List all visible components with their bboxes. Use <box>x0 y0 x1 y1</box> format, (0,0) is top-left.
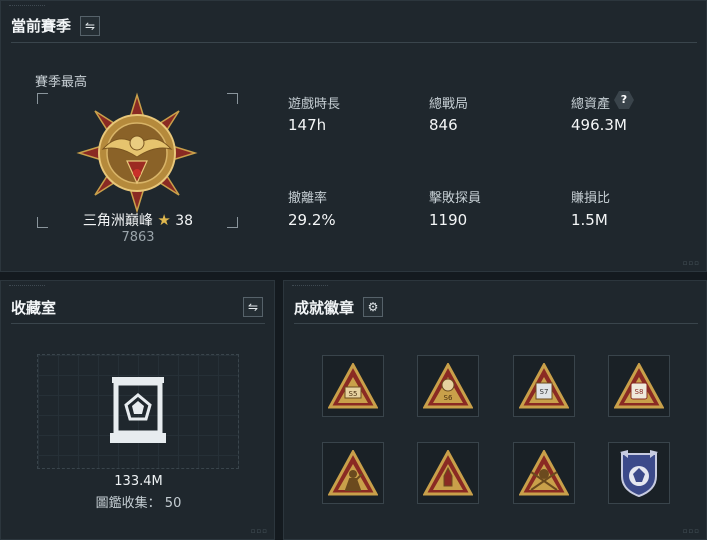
season-switch-button[interactable]: ⇋ <box>80 16 100 36</box>
achievement-badge-s6[interactable]: S6 <box>417 355 479 417</box>
gear-icon: ⚙ <box>367 300 379 314</box>
season-7-badge-icon: S7 <box>519 363 569 409</box>
stat-label-matches: 總戰局 <box>429 97 469 112</box>
section-divider <box>11 323 265 324</box>
display-case-icon <box>110 377 166 443</box>
crossed-swords-badge-icon <box>519 450 569 496</box>
section-divider <box>11 42 697 43</box>
stat-label-kills: 擊敗探員 <box>429 191 482 206</box>
season-8-badge-icon: S8 <box>614 363 664 409</box>
achievement-badge-s7[interactable]: S7 <box>513 355 575 417</box>
achievement-badge-shield[interactable] <box>608 442 670 504</box>
season-panel: 當前賽季 ⇋ 賽季最高 三角洲巔峰 ★ 38 7863 遊戲時長 147h 總戰… <box>0 0 707 272</box>
stat-value-playtime: 147h <box>288 116 327 134</box>
soldier-salute-badge-icon <box>328 450 378 496</box>
collection-count-label: 圖鑑收集： <box>95 496 161 511</box>
achievements-panel: 成就徽章 ⚙ S5 S6 S7 S8 ▫▫▫ <box>283 280 707 540</box>
stat-label-extract-rate: 撤離率 <box>288 191 328 206</box>
badge-text: S7 <box>540 388 549 396</box>
rank-name: 三角洲巔峰 <box>82 213 153 229</box>
collection-panel: 收藏室 ⇋ 133.4M 圖鑑收集： 50 ▫▫▫ <box>0 280 275 540</box>
stat-label-assets: 總資產 <box>571 97 611 112</box>
achievement-badge-swords[interactable] <box>513 442 575 504</box>
assets-help-icon[interactable]: ? <box>614 91 634 109</box>
rank-stars: 38 <box>175 213 194 229</box>
achievement-badge-s8[interactable]: S8 <box>608 355 670 417</box>
collection-title: 收藏室 <box>11 299 57 317</box>
rank-line: 三角洲巔峰 ★ 38 <box>41 210 235 230</box>
panel-tag <box>292 285 328 288</box>
achievement-badge-s5[interactable]: S5 <box>322 355 384 417</box>
season-title: 當前賽季 <box>11 17 72 35</box>
collection-switch-button[interactable]: ⇋ <box>243 297 263 317</box>
stat-value-kills: 1190 <box>429 211 468 229</box>
stat-value-profit-ratio: 1.5M <box>571 211 608 229</box>
season-5-badge-icon: S5 <box>328 363 378 409</box>
rocket-badge-icon <box>423 450 473 496</box>
badge-text: S8 <box>635 388 644 396</box>
stat-label-profit-ratio: 賺損比 <box>571 191 611 206</box>
panel-tag <box>9 285 45 288</box>
collection-value: 133.4M <box>114 474 163 489</box>
collection-count-value: 50 <box>164 496 182 511</box>
achievements-title: 成就徽章 <box>294 299 355 317</box>
stat-value-assets: 496.3M <box>571 116 627 134</box>
panel-tag <box>9 5 45 8</box>
swap-icon: ⇋ <box>247 300 259 314</box>
rank-points: 7863 <box>121 230 155 245</box>
star-icon: ★ <box>157 211 171 229</box>
corner-marker: ▫▫▫ <box>250 527 268 535</box>
stat-label-playtime: 遊戲時長 <box>288 97 341 112</box>
achievement-badge-salute[interactable] <box>322 442 384 504</box>
achievements-settings-button[interactable]: ⚙ <box>363 297 383 317</box>
frame-corner <box>37 93 48 104</box>
stat-value-extract-rate: 29.2% <box>288 211 336 229</box>
collection-count-line: 圖鑑收集： 50 <box>1 492 276 511</box>
corner-marker: ▫▫▫ <box>682 527 700 535</box>
section-divider <box>294 323 698 324</box>
badge-text: S5 <box>349 390 358 398</box>
badge-text: S6 <box>444 394 453 402</box>
stat-value-matches: 846 <box>429 116 458 134</box>
season-6-badge-icon: S6 <box>423 363 473 409</box>
corner-marker: ▫▫▫ <box>682 259 700 267</box>
shield-emblem-badge-icon <box>620 450 658 498</box>
season-best-label: 賽季最高 <box>35 75 88 90</box>
rank-medal-icon <box>76 92 198 214</box>
swap-icon: ⇋ <box>84 19 96 33</box>
achievement-badge-rocket[interactable] <box>417 442 479 504</box>
frame-corner <box>227 93 238 104</box>
